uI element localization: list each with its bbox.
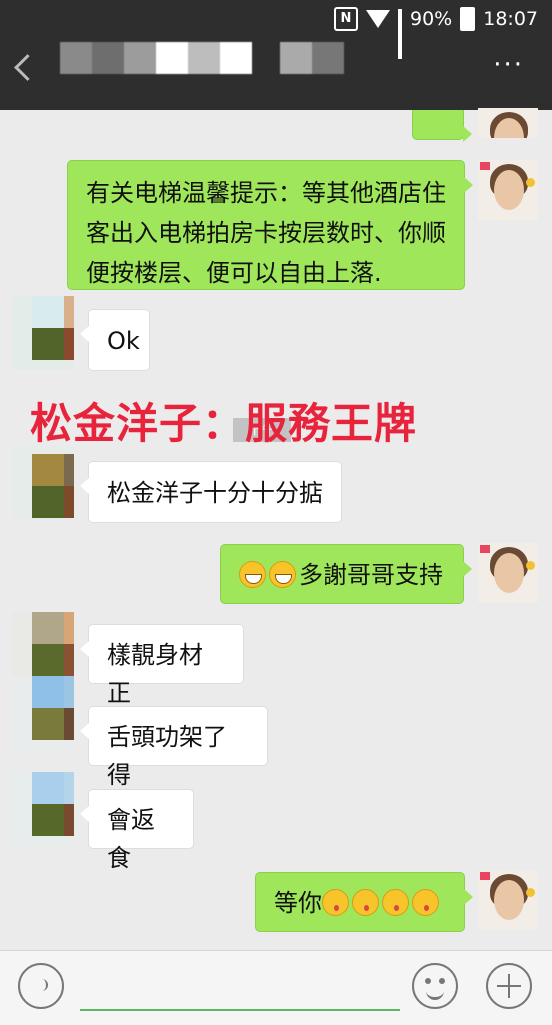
top-bar: N 90% 18:07 ··· <box>0 0 552 110</box>
message-bubble-incoming[interactable]: 樣靚身材正 <box>80 624 244 707</box>
message-input[interactable] <box>80 1009 400 1011</box>
voice-icon[interactable] <box>18 963 64 1009</box>
message-bubble-incoming[interactable]: 松金洋子十分十分掂 <box>80 461 342 523</box>
signal-icon <box>398 9 402 59</box>
message-text: Ok <box>107 327 140 355</box>
back-arrow-icon[interactable] <box>14 54 41 81</box>
emoji-icon[interactable] <box>412 963 458 1009</box>
message-line: 客出入电梯拍房卡按层数时、你顺 <box>86 219 446 247</box>
message-text: 松金洋子十分十分掂 <box>107 479 323 507</box>
avatar-self[interactable] <box>478 108 538 138</box>
kiss-emoji-icon <box>412 889 439 916</box>
clock: 18:07 <box>483 8 538 30</box>
kiss-emoji-icon <box>322 889 349 916</box>
avatar-contact-pixelated[interactable] <box>12 296 74 370</box>
avatar-self[interactable] <box>478 543 538 603</box>
message-bubble-outgoing[interactable] <box>412 110 472 142</box>
message-text: 等你 <box>274 889 322 917</box>
message-bubble-incoming[interactable]: 舌頭功架了得 <box>80 706 268 789</box>
message-bubble-outgoing[interactable]: 多謝哥哥支持 <box>220 544 472 604</box>
battery-percent: 90% <box>410 8 453 30</box>
avatar-self[interactable] <box>478 160 538 220</box>
message-bubble-incoming[interactable]: 會返食 <box>80 789 194 872</box>
grin-emoji-icon <box>269 561 296 588</box>
message-text: 舌頭功架了得 <box>107 723 227 789</box>
input-bar <box>0 950 552 1025</box>
grin-emoji-icon <box>239 561 266 588</box>
battery-icon <box>460 7 476 31</box>
avatar-contact-pixelated[interactable] <box>12 446 74 520</box>
avatar-contact-pixelated[interactable] <box>12 612 74 686</box>
wifi-icon <box>366 10 390 28</box>
message-bubble-incoming[interactable]: Ok <box>80 309 150 371</box>
message-text: 樣靚身材正 <box>107 641 203 707</box>
more-icon[interactable]: ··· <box>493 52 524 78</box>
status-bar: N 90% 18:07 <box>334 6 538 59</box>
nfc-icon: N <box>334 7 358 31</box>
message-line: 便按楼层、便可以自由上落. <box>86 259 382 287</box>
message-bubble-outgoing[interactable]: 等你 <box>255 872 473 932</box>
overlay-caption: 松金洋子：服務王牌 <box>30 399 418 448</box>
message-text: 會返食 <box>107 806 155 872</box>
message-bubble-outgoing[interactable]: 有关电梯温馨提示：等其他酒店住 客出入电梯拍房卡按层数时、你顺 便按楼层、便可以… <box>67 160 473 290</box>
chat-title-pixelated <box>60 42 344 74</box>
avatar-contact-pixelated[interactable] <box>12 676 74 750</box>
avatar-self[interactable] <box>478 870 538 930</box>
message-text: 多謝哥哥支持 <box>299 561 443 589</box>
plus-icon[interactable] <box>486 963 532 1009</box>
kiss-emoji-icon <box>352 889 379 916</box>
avatar-contact-pixelated[interactable] <box>12 772 74 846</box>
kiss-emoji-icon <box>382 889 409 916</box>
message-line: 有关电梯温馨提示：等其他酒店住 <box>86 179 446 207</box>
